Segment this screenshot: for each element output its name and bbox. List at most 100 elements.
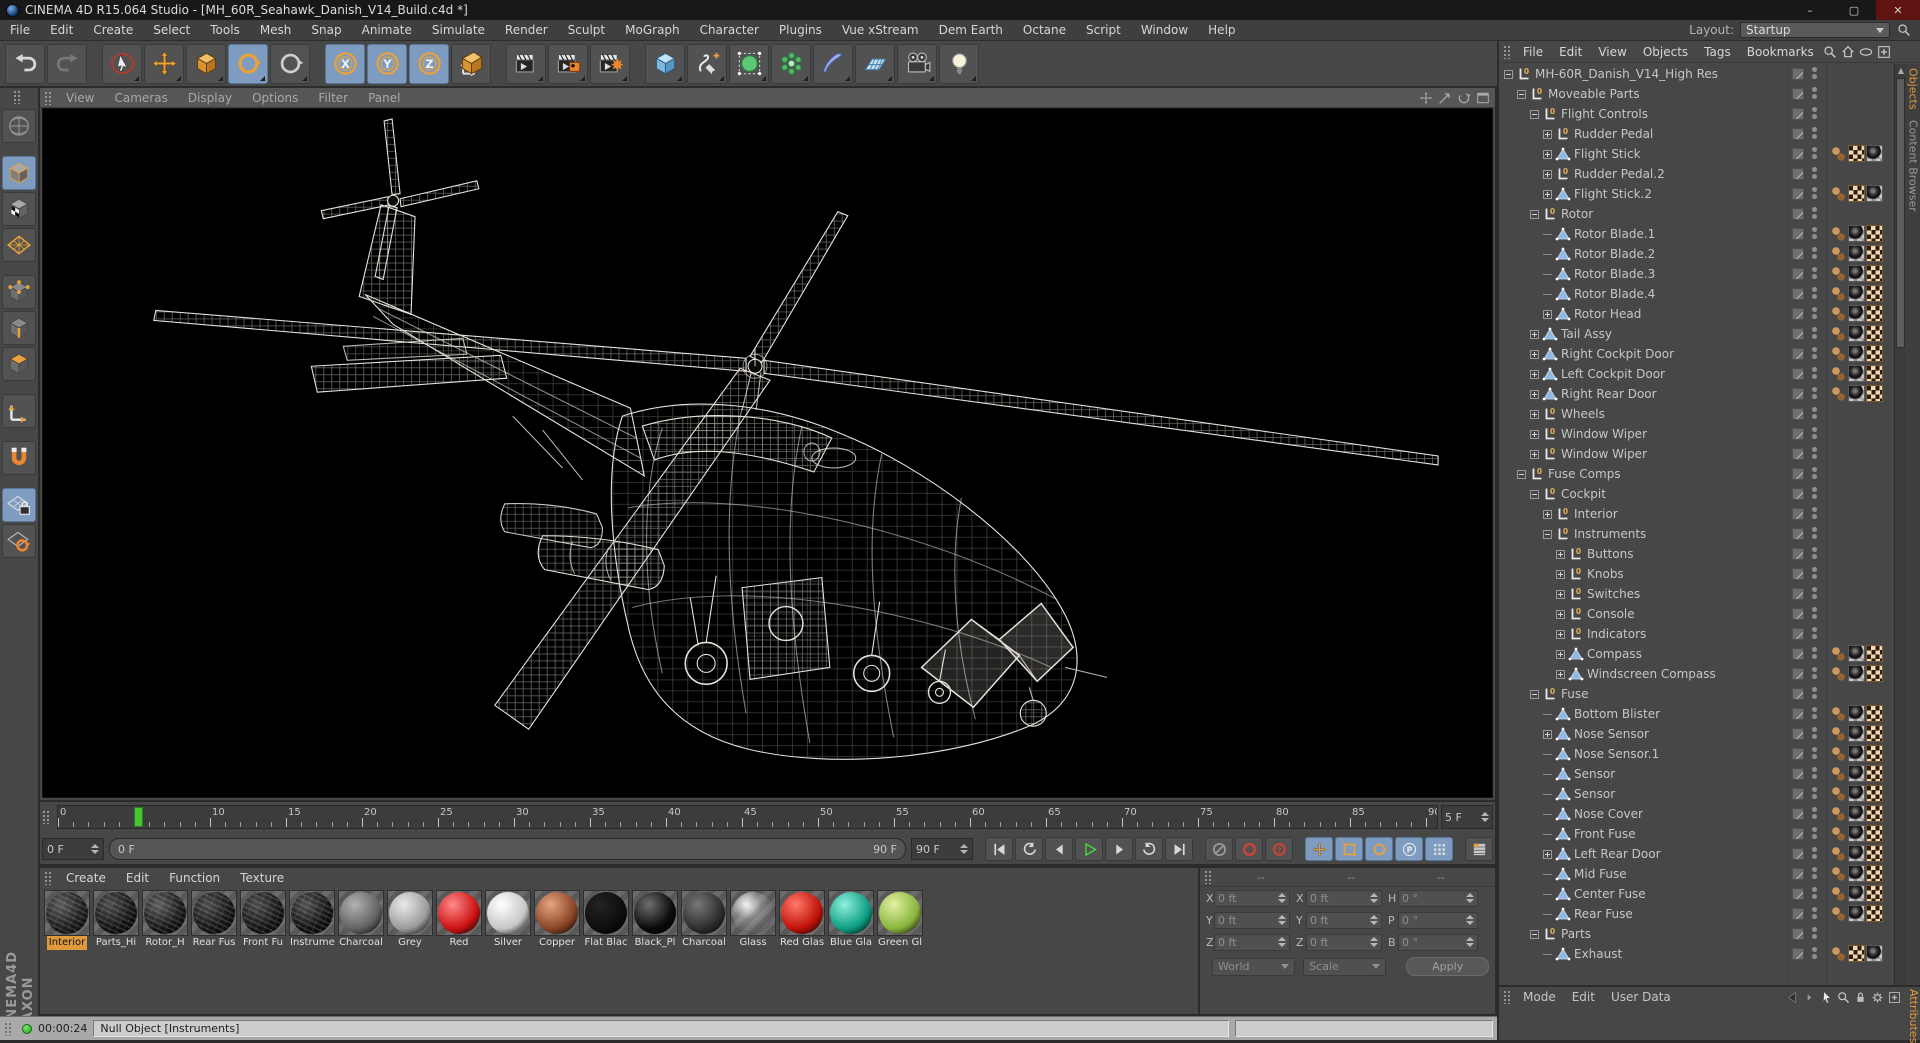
texture-tag[interactable] <box>1848 385 1865 402</box>
null-object-icon[interactable]: 0 <box>1529 466 1545 482</box>
visibility-dots[interactable] <box>1812 627 1817 639</box>
phong-tag[interactable] <box>1830 365 1847 382</box>
viewport-canvas[interactable] <box>42 108 1493 798</box>
material-grey[interactable]: Grey <box>386 890 434 950</box>
expand-icon[interactable] <box>1543 130 1552 139</box>
object-label[interactable]: Flight Controls <box>1561 107 1648 121</box>
phong-tag[interactable] <box>1830 245 1847 262</box>
uvw-tag[interactable] <box>1866 905 1883 922</box>
phong-tag[interactable] <box>1830 905 1847 922</box>
visibility-dots[interactable] <box>1812 927 1817 939</box>
axis-mode-button[interactable] <box>2 394 36 428</box>
texture-tag[interactable] <box>1848 245 1865 262</box>
object-label[interactable]: Buttons <box>1587 547 1633 561</box>
layer-toggle[interactable] <box>1792 848 1804 860</box>
menu-mograph[interactable]: MoGraph <box>615 20 690 40</box>
uvw-tag[interactable] <box>1866 365 1883 382</box>
polygon-object-icon[interactable] <box>1555 886 1571 902</box>
tree-row-rudder-pedal[interactable]: 0Rudder Pedal <box>1499 124 1893 144</box>
tree-row-rotor-blade-2[interactable]: Rotor Blade.2 <box>1499 244 1893 264</box>
polygon-object-icon[interactable] <box>1555 786 1571 802</box>
phong-tag[interactable] <box>1830 805 1847 822</box>
menu-file[interactable]: File <box>0 20 40 40</box>
texture-mode-button[interactable] <box>2 192 36 226</box>
null-object-icon[interactable]: 0 <box>1542 406 1558 422</box>
undo-button[interactable] <box>5 44 45 84</box>
tree-row-instruments[interactable]: 0Instruments <box>1499 524 1893 544</box>
visibility-dots[interactable] <box>1812 887 1817 899</box>
menu-tools[interactable]: Tools <box>200 20 250 40</box>
model-mode-button[interactable] <box>2 156 36 190</box>
key-rotation-button[interactable] <box>1365 837 1393 861</box>
object-label[interactable]: Sensor <box>1574 787 1615 801</box>
polygon-object-icon[interactable] <box>1555 186 1571 202</box>
uvw-tag[interactable] <box>1866 725 1883 742</box>
tree-row-bottom-blister[interactable]: Bottom Blister <box>1499 704 1893 724</box>
polygon-object-icon[interactable] <box>1555 266 1571 282</box>
tree-row-right-rear-door[interactable]: Right Rear Door <box>1499 384 1893 404</box>
object-label[interactable]: Switches <box>1587 587 1640 601</box>
material-thumbnail[interactable] <box>93 890 139 936</box>
phong-tag[interactable] <box>1830 345 1847 362</box>
material-red[interactable]: Red <box>435 890 483 950</box>
null-object-icon[interactable]: 0 <box>1568 606 1584 622</box>
tree-row-sensor[interactable]: Sensor <box>1499 764 1893 784</box>
object-manager-menu-tags[interactable]: Tags <box>1696 42 1739 62</box>
object-label[interactable]: Rotor Blade.2 <box>1574 247 1655 261</box>
layer-toggle[interactable] <box>1792 208 1804 220</box>
tree-row-nose-sensor-1[interactable]: Nose Sensor.1 <box>1499 744 1893 764</box>
pan-view-icon[interactable] <box>1418 90 1434 106</box>
layer-toggle[interactable] <box>1792 508 1804 520</box>
key-scale-button[interactable] <box>1335 837 1363 861</box>
tree-row-rotor-head[interactable]: Rotor Head <box>1499 304 1893 324</box>
polygon-object-icon[interactable] <box>1542 326 1558 342</box>
material-instrume[interactable]: Instrume <box>288 890 336 950</box>
phong-tag[interactable] <box>1830 225 1847 242</box>
layer-toggle[interactable] <box>1792 788 1804 800</box>
back-arrow[interactable] <box>1785 990 1800 1005</box>
visibility-dots[interactable] <box>1812 307 1817 319</box>
material-interior[interactable]: Interior <box>43 890 91 950</box>
tree-row-sensor[interactable]: Sensor <box>1499 784 1893 804</box>
visibility-dots[interactable] <box>1812 267 1817 279</box>
menu-character[interactable]: Character <box>690 20 769 40</box>
object-label[interactable]: Cockpit <box>1561 487 1606 501</box>
phong-tag[interactable] <box>1830 325 1847 342</box>
phong-tag[interactable] <box>1830 645 1847 662</box>
deformer-button[interactable] <box>813 44 853 84</box>
object-label[interactable]: Bottom Blister <box>1574 707 1660 721</box>
layer-toggle[interactable] <box>1792 348 1804 360</box>
material-thumbnail[interactable] <box>240 890 286 936</box>
array-object-button[interactable] <box>771 44 811 84</box>
texture-tag[interactable] <box>1848 665 1865 682</box>
layer-toggle[interactable] <box>1792 148 1804 160</box>
material-thumbnail[interactable] <box>730 890 776 936</box>
visibility-dots[interactable] <box>1812 447 1817 459</box>
object-label[interactable]: Nose Sensor <box>1574 727 1649 741</box>
home-icon[interactable] <box>1840 44 1856 60</box>
tree-row-wheels[interactable]: 0Wheels <box>1499 404 1893 424</box>
eye-icon[interactable] <box>1858 44 1874 60</box>
expand-icon[interactable] <box>1556 630 1565 639</box>
tree-row-tail-assy[interactable]: Tail Assy <box>1499 324 1893 344</box>
apply-button[interactable]: Apply <box>1406 957 1489 976</box>
toggle-view-icon[interactable] <box>1475 90 1491 106</box>
layer-toggle[interactable] <box>1792 548 1804 560</box>
coord-input[interactable]: 0 ° <box>1398 912 1478 929</box>
visibility-dots[interactable] <box>1812 67 1817 79</box>
lock-y-button[interactable]: Y <box>367 44 407 84</box>
object-label[interactable]: Interior <box>1574 507 1618 521</box>
frame-range-slider[interactable]: 0 F 90 F <box>109 838 906 860</box>
tree-row-rudder-pedal-2[interactable]: 0Rudder Pedal.2 <box>1499 164 1893 184</box>
texture-tag[interactable] <box>1848 305 1865 322</box>
object-label[interactable]: Front Fuse <box>1574 827 1636 841</box>
object-label[interactable]: Rear Fuse <box>1574 907 1633 921</box>
visibility-dots[interactable] <box>1812 767 1817 779</box>
object-manager-menu-bookmarks[interactable]: Bookmarks <box>1739 42 1822 62</box>
phong-tag[interactable] <box>1830 385 1847 402</box>
material-thumbnail[interactable] <box>534 890 580 936</box>
add-icon[interactable] <box>1887 990 1902 1005</box>
object-label[interactable]: Console <box>1587 607 1635 621</box>
menu-sculpt[interactable]: Sculpt <box>558 20 615 40</box>
subdivision-surface-button[interactable] <box>729 44 769 84</box>
